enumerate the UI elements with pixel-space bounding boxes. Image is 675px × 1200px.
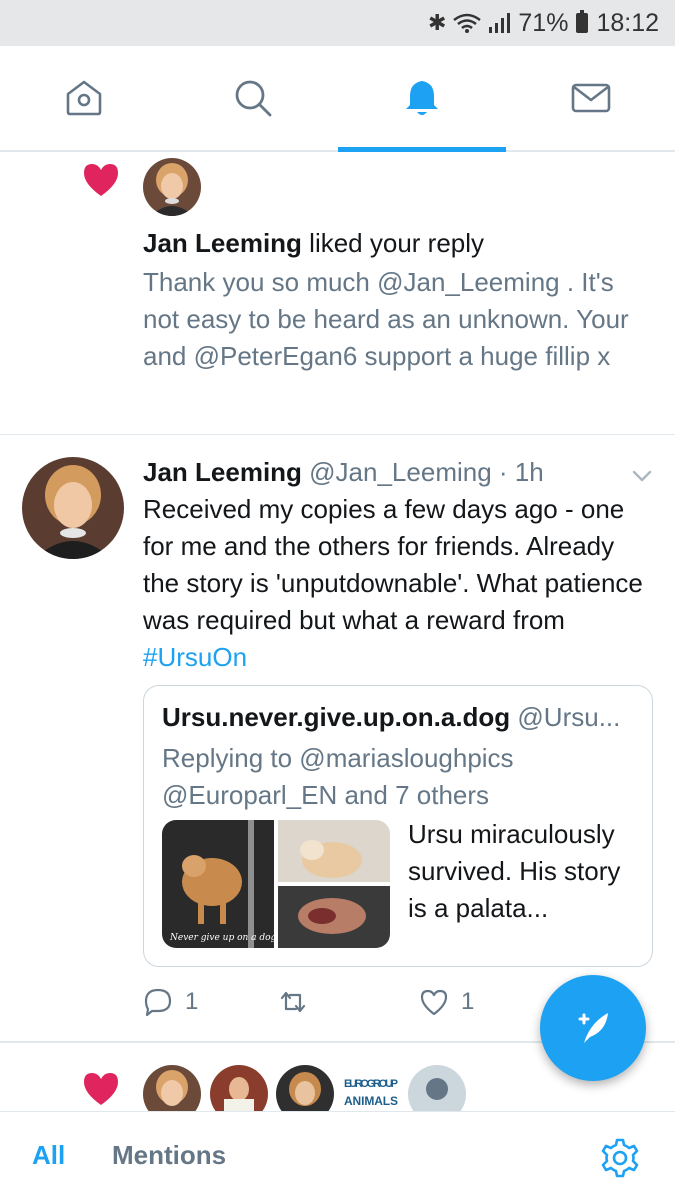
quoted-author-name: Ursu.never.give.up.on.a.dog (162, 702, 511, 732)
reply-icon (144, 988, 172, 1017)
like-button[interactable]: 1 (419, 987, 474, 1017)
notification-like[interactable]: Jan Leeming liked your reply Thank you s… (0, 152, 675, 435)
avatar[interactable] (143, 1065, 201, 1111)
tweet-text-body: Received my copies a few days ago - one … (143, 494, 643, 635)
notification-title: Jan Leeming liked your reply (143, 228, 484, 259)
quoted-tweet-text: Ursu miraculously survived. His story is… (408, 819, 621, 923)
tweet-author-name[interactable]: Jan Leeming (143, 457, 302, 487)
battery-percent: 71% (518, 8, 569, 37)
quoted-author-handle: @Ursu... (510, 702, 621, 732)
status-bar: ✱ 71% 18:12 (0, 0, 675, 46)
eurogroup-logo-avatar[interactable]: EUROGROUP ANIMALS (342, 1065, 400, 1111)
tab-messages[interactable] (506, 46, 675, 150)
default-avatar[interactable] (408, 1065, 466, 1111)
hashtag-link[interactable]: #UrsuOn (143, 642, 247, 672)
tweet[interactable]: Jan Leeming @Jan_Leeming · 1h Received m… (0, 435, 675, 1043)
like-count: 1 (461, 988, 475, 1015)
tab-search[interactable] (169, 46, 338, 150)
wifi-icon (453, 13, 482, 33)
compose-tweet-button[interactable] (540, 975, 646, 1081)
tweet-actions: 1 1 (143, 987, 543, 1027)
quoted-replying-to: Replying to @mariasloughpics @Europarl_E… (162, 743, 514, 810)
notification-action: liked your reply (301, 228, 485, 258)
notification-reply-text: Thank you so much @Jan_Leeming . It's no… (143, 267, 629, 371)
feather-plus-icon (578, 1013, 608, 1043)
heart-icon (84, 1073, 118, 1105)
tweet-header: Jan Leeming @Jan_Leeming · 1h (143, 457, 544, 488)
bluetooth-icon: ✱ (427, 10, 447, 35)
retweet-icon (280, 991, 306, 1013)
quoted-media-caption: Never give up on a dog (169, 933, 277, 943)
avatar[interactable] (210, 1065, 268, 1111)
signal-icon (489, 13, 511, 33)
tweet-avatar[interactable] (22, 457, 124, 559)
heart-outline-icon (420, 989, 448, 1016)
dog-photo-collage: Never give up on a dog (162, 820, 390, 948)
retweet-button[interactable] (278, 987, 320, 1017)
tab-home[interactable] (0, 46, 169, 150)
status-icons: ✱ (427, 10, 511, 36)
tab-all[interactable]: All (32, 1140, 65, 1171)
avatar[interactable] (276, 1065, 334, 1111)
battery-icon (576, 10, 589, 33)
chevron-down-icon[interactable] (631, 465, 653, 487)
heart-icon (84, 164, 118, 196)
quoted-media[interactable]: Never give up on a dog (162, 820, 390, 948)
search-icon (235, 80, 272, 117)
home-icon (67, 80, 102, 116)
bell-icon (405, 81, 438, 115)
quoted-tweet-header: Ursu.never.give.up.on.a.dog @Ursu... (162, 702, 642, 733)
svg-text:ANIMALS: ANIMALS (344, 1094, 398, 1108)
top-nav (0, 46, 675, 152)
gear-icon[interactable] (598, 1136, 642, 1180)
tweet-text: Received my copies a few days ago - one … (143, 491, 653, 676)
bottom-tab-bar: All Mentions (0, 1111, 675, 1200)
quoted-tweet[interactable]: Ursu.never.give.up.on.a.dog @Ursu... Rep… (143, 685, 653, 967)
user-name[interactable]: Jan Leeming (143, 228, 302, 258)
avatar[interactable] (143, 158, 201, 216)
reply-button[interactable]: 1 (143, 987, 198, 1017)
svg-text:EUROGROUP: EUROGROUP (344, 1078, 398, 1090)
clock: 18:12 (596, 8, 659, 37)
mail-icon (571, 83, 610, 113)
reply-count: 1 (185, 988, 199, 1015)
tweet-meta: @Jan_Leeming · 1h (301, 457, 544, 487)
tab-notifications[interactable] (337, 46, 507, 152)
tab-mentions[interactable]: Mentions (112, 1140, 226, 1171)
